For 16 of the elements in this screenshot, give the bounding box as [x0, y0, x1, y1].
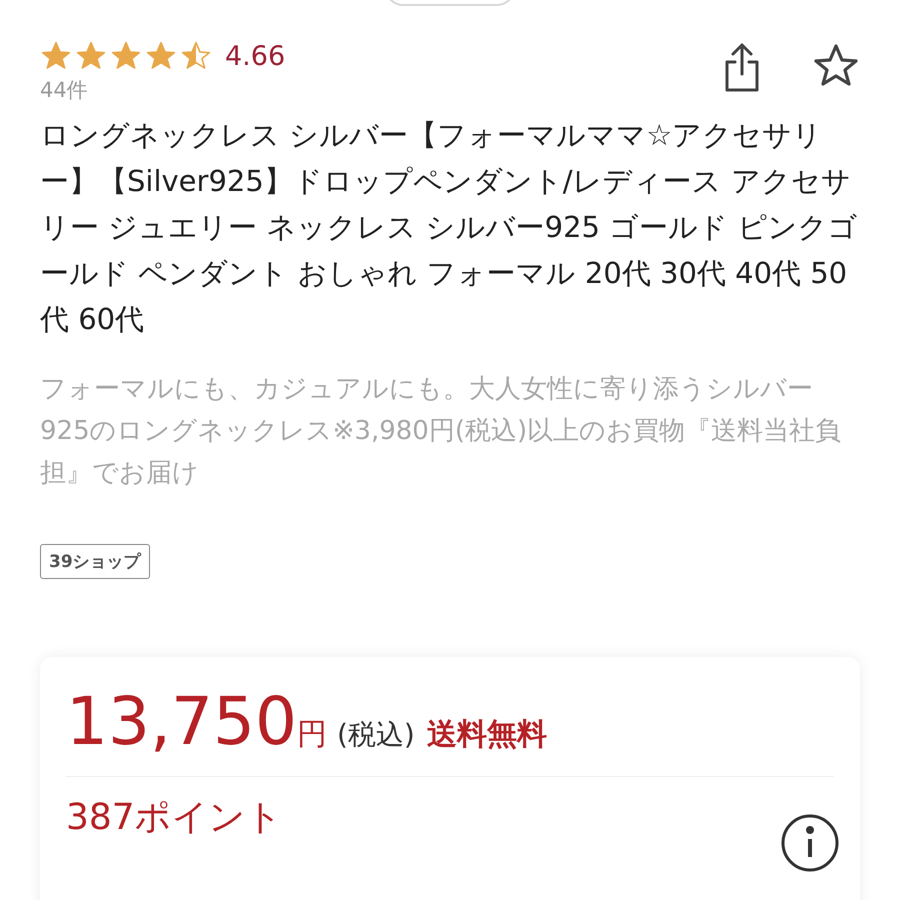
star-icon: [145, 40, 177, 72]
half-star-icon: [180, 40, 212, 72]
free-shipping-label: 送料無料: [426, 716, 547, 754]
product-description: フォーマルにも、カジュアルにも。大人女性に寄り添うシルバー925のロングネックレス※3,980円(税込)以上のお買物『送料当社負担』でお届け: [40, 373, 842, 490]
rating-score: 4.66: [225, 40, 286, 72]
product-title: ロングネックレス シルバー【フォーマルママ☆アクセサリー】【Silver925】ドロップペンダント/レディース アクセサリー ジュエリー ネックレス シルバー925 ゴールド ピンクゴールド ペンダント おしゃれ フォーマル 20代 30代 40代 50代 60代: [40, 117, 858, 338]
review-count: 44件: [40, 77, 89, 104]
star-icon: [40, 40, 72, 72]
star-icon: [75, 40, 107, 72]
price-amount: 13,750: [66, 683, 297, 760]
tax-note: (税込): [336, 717, 415, 753]
star-icon: [110, 40, 142, 72]
price-unit: 円: [296, 716, 327, 754]
shop-tag: 39ショップ: [40, 544, 150, 579]
info-icon[interactable]: [780, 813, 840, 873]
points-label: 387ポイント: [66, 796, 283, 840]
